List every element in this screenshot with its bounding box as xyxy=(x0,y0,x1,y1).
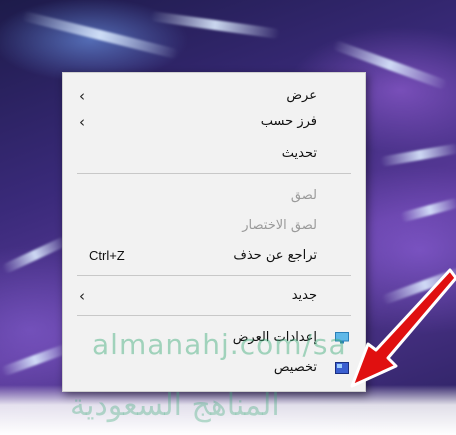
menu-item-personalize[interactable]: تخصيص xyxy=(63,357,365,381)
menu-separator xyxy=(77,315,351,316)
menu-item-new[interactable]: ‹ جديد xyxy=(63,285,365,309)
wallpaper-fade xyxy=(0,385,456,435)
chevron-left-icon: ‹ xyxy=(79,87,85,105)
menu-item-paste-shortcut: لصق الاختصار xyxy=(63,215,365,239)
menu-item-undo-delete[interactable]: Ctrl+Z تراجع عن حذف xyxy=(63,245,365,269)
menu-item-view[interactable]: ‹ عرض xyxy=(63,85,365,109)
menu-item-label: تراجع عن حذف xyxy=(233,248,317,263)
menu-separator xyxy=(77,275,351,276)
menu-item-display-settings[interactable]: إعدادات العرض xyxy=(63,327,365,351)
chevron-left-icon: ‹ xyxy=(79,287,85,305)
menu-item-label: تحديث xyxy=(281,146,317,161)
menu-item-label: لصق الاختصار xyxy=(242,218,317,233)
menu-item-label: لصق xyxy=(290,188,317,203)
menu-item-label: إعدادات العرض xyxy=(232,330,317,345)
menu-item-label: عرض xyxy=(286,88,317,103)
menu-item-refresh[interactable]: تحديث xyxy=(63,143,365,167)
menu-item-label: جديد xyxy=(291,288,317,303)
menu-item-paste: لصق xyxy=(63,185,365,209)
red-arrow-annotation xyxy=(350,268,456,388)
shortcut-text: Ctrl+Z xyxy=(89,248,125,263)
menu-item-sort-by[interactable]: ‹ فرز حسب xyxy=(63,111,365,135)
menu-separator xyxy=(77,173,351,174)
menu-item-label: فرز حسب xyxy=(260,114,317,129)
chevron-left-icon: ‹ xyxy=(79,113,85,131)
menu-item-label: تخصيص xyxy=(273,360,317,375)
context-menu: ‹ عرض ‹ فرز حسب تحديث لصق لصق الاختصار C… xyxy=(62,72,366,392)
